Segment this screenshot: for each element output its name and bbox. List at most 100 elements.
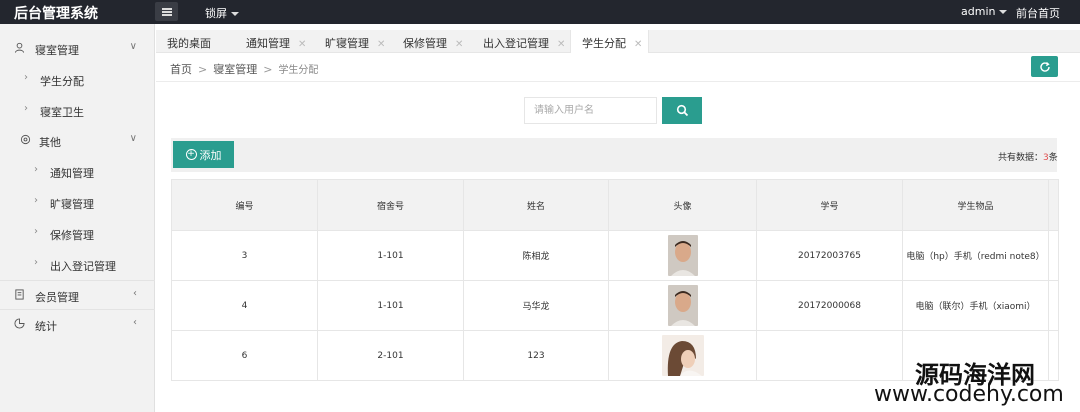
sidebar-item-notice[interactable]: › 通知管理 — [0, 157, 155, 185]
tab-label: 保修管理 — [403, 37, 447, 50]
chevron-left-icon: ‹ — [133, 288, 137, 299]
cell-items: 电脑（联尔）手机（xiaomi） — [902, 280, 1049, 331]
cell-student-no: 20172000068 — [756, 280, 903, 331]
breadcrumb-separator: > — [198, 63, 208, 76]
add-button[interactable]: + 添加 — [173, 141, 234, 168]
tab-label: 我的桌面 — [167, 37, 211, 50]
avatar — [667, 235, 698, 276]
tab-bar: 我的桌面 通知管理 ✕ 旷寝管理 ✕ 保修管理 ✕ 出入登记管理 ✕ 学生分配 ✕ — [156, 30, 1080, 53]
cell-name: 马华龙 — [463, 280, 609, 331]
tab-notice[interactable]: 通知管理 ✕ — [246, 30, 306, 53]
column-header: 宿舍号 — [317, 179, 464, 231]
tab-access-log[interactable]: 出入登记管理 ✕ — [483, 30, 565, 53]
table-row[interactable]: 3 1-101 陈相龙 20172003765 电脑（hp）手机（redmi n… — [171, 230, 1059, 281]
cell-avatar — [608, 230, 757, 281]
close-icon[interactable]: ✕ — [377, 39, 385, 50]
sidebar-item-dorm-hygiene[interactable]: › 寝室卫生 — [0, 96, 155, 124]
lock-screen-label: 锁屏 — [205, 7, 227, 20]
tab-label: 通知管理 — [246, 37, 290, 50]
user-menu[interactable]: admin — [961, 5, 1008, 18]
sidebar-item-repair[interactable]: › 保修管理 — [0, 219, 155, 247]
sidebar-item-absence[interactable]: › 旷寝管理 — [0, 188, 155, 216]
table-row[interactable]: 4 1-101 马华龙 20172000068 电脑（联尔）手机（xiaomi） — [171, 280, 1059, 331]
close-icon[interactable]: ✕ — [557, 39, 565, 50]
app-title: 后台管理系统 — [14, 6, 98, 22]
student-table: 编号 宿舍号 姓名 头像 学号 学生物品 3 1-101 陈相龙 2017200… — [171, 179, 1059, 381]
cell-avatar — [608, 330, 757, 381]
breadcrumb-current: 学生分配 — [278, 65, 319, 76]
cell-room: 2-101 — [317, 330, 464, 381]
tab-label: 旷寝管理 — [325, 37, 369, 50]
column-header-filler — [1048, 179, 1059, 231]
chevron-left-icon: ‹ — [133, 317, 137, 328]
record-count: 共有数据：3条 — [998, 150, 1058, 163]
sidebar-item-label: 保修管理 — [50, 229, 94, 242]
sidebar-item-label: 其他 — [39, 136, 61, 149]
chart-icon — [14, 318, 25, 329]
cell-filler — [1048, 280, 1059, 331]
sidebar-item-other[interactable]: 其他 ∨ — [0, 126, 155, 154]
chevron-right-icon: › — [34, 257, 38, 268]
chevron-down-icon: ∨ — [129, 133, 137, 144]
lock-screen-menu[interactable]: 锁屏 — [205, 5, 239, 21]
avatar — [661, 335, 704, 376]
add-button-label: 添加 — [199, 148, 222, 162]
sidebar-item-member[interactable]: 会员管理 ‹ — [0, 281, 155, 309]
sidebar-item-stats[interactable]: 统计 ‹ — [0, 310, 155, 338]
sidebar-item-label: 寝室卫生 — [40, 106, 84, 119]
search-icon — [676, 104, 688, 117]
sidebar-item-label: 出入登记管理 — [50, 260, 116, 273]
front-home-link[interactable]: 前台首页 — [1016, 5, 1060, 21]
cell-filler — [1048, 330, 1059, 381]
tab-absence[interactable]: 旷寝管理 ✕ — [325, 30, 385, 53]
record-count-unit: 条 — [1048, 153, 1058, 163]
column-header: 编号 — [171, 179, 318, 231]
sidebar-item-access-log[interactable]: › 出入登记管理 — [0, 250, 155, 278]
cell-id: 4 — [171, 280, 318, 331]
column-header: 学生物品 — [902, 179, 1049, 231]
record-count-label: 共有数据： — [998, 153, 1044, 163]
sidebar-item-dorm[interactable]: 寝室管理 ∨ — [0, 34, 155, 62]
watermark-url: www.codehy.com — [874, 382, 1064, 407]
chevron-right-icon: › — [34, 164, 38, 175]
column-header: 姓名 — [463, 179, 609, 231]
cell-room: 1-101 — [317, 230, 464, 281]
breadcrumb-home[interactable]: 首页 — [170, 63, 192, 76]
cell-id: 3 — [171, 230, 318, 281]
chevron-down-icon — [231, 12, 239, 16]
table-toolbar — [171, 138, 1057, 172]
breadcrumb-section[interactable]: 寝室管理 — [213, 63, 257, 76]
chevron-right-icon: › — [34, 226, 38, 237]
chevron-right-icon: › — [24, 103, 28, 114]
search-input[interactable] — [524, 97, 657, 124]
refresh-button[interactable] — [1031, 56, 1058, 77]
cell-filler — [1048, 230, 1059, 281]
top-bar: 后台管理系统 锁屏 admin 前台首页 — [0, 0, 1080, 24]
cell-student-no — [756, 330, 903, 381]
sidebar: 寝室管理 ∨ › 学生分配 › 寝室卫生 其他 ∨ › 通知管理 › 旷寝管理 … — [0, 24, 155, 412]
table-header-row: 编号 宿舍号 姓名 头像 学号 学生物品 — [171, 179, 1059, 231]
close-icon[interactable]: ✕ — [634, 39, 642, 50]
search-button[interactable] — [662, 97, 702, 124]
username-label: admin — [961, 5, 996, 18]
cell-name: 123 — [463, 330, 609, 381]
chevron-right-icon: › — [24, 72, 28, 83]
cell-items: 电脑（hp）手机（redmi note8） — [902, 230, 1049, 281]
cell-room: 1-101 — [317, 280, 464, 331]
chevron-down-icon — [999, 10, 1008, 14]
sidebar-item-student-assign[interactable]: › 学生分配 — [0, 65, 155, 93]
close-icon[interactable]: ✕ — [455, 39, 463, 50]
sidebar-item-label: 通知管理 — [50, 167, 94, 180]
tab-student-assign[interactable]: 学生分配 ✕ — [570, 30, 649, 53]
breadcrumb-separator: > — [263, 63, 273, 76]
cell-avatar — [608, 280, 757, 331]
sidebar-item-label: 旷寝管理 — [50, 198, 94, 211]
sidebar-item-label: 统计 — [35, 320, 57, 333]
cell-name: 陈相龙 — [463, 230, 609, 281]
column-header: 头像 — [608, 179, 757, 231]
tab-desktop[interactable]: 我的桌面 — [167, 30, 211, 53]
close-icon[interactable]: ✕ — [298, 39, 306, 50]
tab-label: 学生分配 — [582, 37, 626, 50]
tab-repair[interactable]: 保修管理 ✕ — [403, 30, 463, 53]
menu-toggle-button[interactable] — [155, 2, 178, 21]
